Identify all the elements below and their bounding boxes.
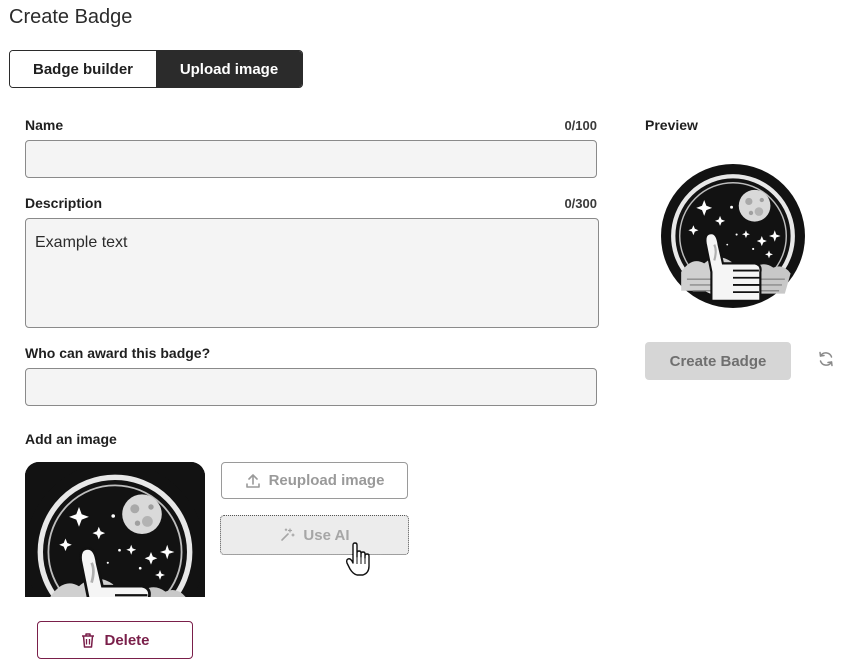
image-mode-tabs: Badge builder Upload image bbox=[9, 50, 303, 88]
awarders-input[interactable] bbox=[25, 368, 597, 406]
description-char-counter: 0/300 bbox=[564, 196, 597, 211]
name-label: Name bbox=[25, 117, 64, 133]
tab-upload-image[interactable]: Upload image bbox=[156, 51, 302, 87]
uploaded-image-thumbnail bbox=[25, 462, 205, 597]
delete-image-button[interactable]: Delete bbox=[37, 621, 193, 659]
refresh-icon[interactable] bbox=[817, 350, 835, 368]
delete-label: Delete bbox=[104, 631, 150, 649]
name-input[interactable] bbox=[25, 140, 597, 178]
use-ai-button[interactable]: Use AI bbox=[220, 515, 409, 555]
description-textarea[interactable]: Example text bbox=[25, 218, 599, 328]
reupload-image-label: Reupload image bbox=[268, 472, 385, 489]
preview-label: Preview bbox=[645, 117, 698, 133]
name-char-counter: 0/100 bbox=[564, 118, 597, 133]
hand-pointer-icon bbox=[345, 542, 370, 576]
use-ai-label: Use AI bbox=[303, 526, 350, 544]
description-label: Description bbox=[25, 195, 103, 211]
badge-artwork-icon bbox=[25, 462, 205, 597]
badge-preview-image bbox=[661, 164, 805, 308]
add-image-label: Add an image bbox=[25, 431, 117, 447]
tab-badge-builder[interactable]: Badge builder bbox=[10, 51, 156, 87]
upload-icon bbox=[245, 473, 260, 488]
page-title: Create Badge bbox=[9, 6, 133, 28]
awarders-label: Who can award this badge? bbox=[25, 345, 211, 361]
create-badge-button[interactable]: Create Badge bbox=[645, 342, 791, 380]
reupload-image-button[interactable]: Reupload image bbox=[221, 462, 408, 499]
sparkle-wand-icon bbox=[281, 528, 296, 541]
trash-icon bbox=[82, 633, 95, 648]
